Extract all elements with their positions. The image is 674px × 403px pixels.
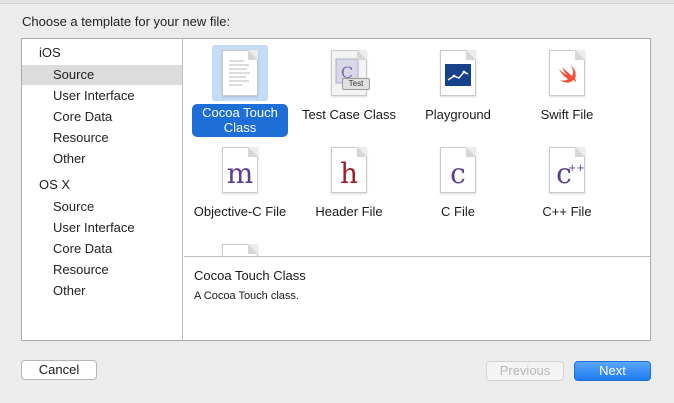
template-panel: iOS Source User Interface Core Data Reso…: [21, 38, 651, 341]
description-text: A Cocoa Touch class.: [194, 290, 299, 302]
c-glyph: c: [450, 157, 466, 190]
window-top-edge: [0, 0, 674, 4]
document-icon: [212, 239, 268, 256]
template-label: Cocoa Touch Class: [192, 104, 288, 137]
template-grid: Cocoa Touch Class C Test Test Case Class: [184, 39, 650, 257]
sidebar-item-ios-source[interactable]: Source: [22, 65, 182, 85]
cancel-button[interactable]: Cancel: [21, 360, 97, 380]
template-label: Header File: [315, 204, 383, 219]
template-cpp-file[interactable]: c ++ C++ File: [511, 138, 623, 234]
platform-sidebar: iOS Source User Interface Core Data Reso…: [22, 39, 183, 340]
template-partial-next-row[interactable]: [184, 235, 296, 256]
template-test-case-class[interactable]: C Test Test Case Class: [293, 41, 405, 137]
sidebar-item-osx-user-interface[interactable]: User Interface: [22, 218, 182, 238]
sidebar-item-ios-resource[interactable]: Resource: [22, 128, 182, 148]
template-objective-c-file[interactable]: m Objective-C File: [184, 138, 296, 234]
template-c-file[interactable]: c C File: [402, 138, 514, 234]
sidebar-item-osx-other[interactable]: Other: [22, 281, 182, 301]
sidebar-item-osx-resource[interactable]: Resource: [22, 260, 182, 280]
previous-button[interactable]: Previous: [486, 361, 564, 381]
cocoa-touch-class-icon: [212, 45, 268, 101]
template-label: Objective-C File: [193, 204, 287, 219]
template-header-file[interactable]: h Header File: [293, 138, 405, 234]
description-title: Cocoa Touch Class: [194, 268, 306, 283]
test-case-class-icon: C Test: [321, 45, 377, 101]
header-file-icon: h: [321, 142, 377, 198]
playground-icon: [430, 45, 486, 101]
template-swift-file[interactable]: Swift File: [511, 41, 623, 137]
template-label: Playground: [425, 107, 491, 122]
template-label: C++ File: [542, 204, 592, 219]
template-description: Cocoa Touch Class A Cocoa Touch class.: [184, 258, 650, 340]
cpp-file-icon: c ++: [539, 142, 595, 198]
test-badge: Test: [342, 78, 370, 90]
sidebar-item-ios-core-data[interactable]: Core Data: [22, 107, 182, 127]
sidebar-group-ios[interactable]: iOS: [39, 45, 61, 60]
sidebar-group-osx[interactable]: OS X: [39, 177, 70, 192]
objective-c-file-icon: m: [212, 142, 268, 198]
sidebar-item-osx-core-data[interactable]: Core Data: [22, 239, 182, 259]
template-playground[interactable]: Playground: [402, 41, 514, 137]
sidebar-item-osx-source[interactable]: Source: [22, 197, 182, 217]
dialog-prompt: Choose a template for your new file:: [22, 14, 231, 29]
template-label: Test Case Class: [302, 107, 396, 122]
template-label: Swift File: [540, 107, 594, 122]
sidebar-item-ios-other[interactable]: Other: [22, 149, 182, 169]
cpp-glyph-suffix: ++: [568, 163, 585, 174]
template-label: C File: [441, 204, 475, 219]
c-file-icon: c: [430, 142, 486, 198]
swift-file-icon: [539, 45, 595, 101]
header-glyph: h: [339, 157, 359, 190]
objc-glyph: m: [226, 157, 254, 190]
sidebar-item-ios-user-interface[interactable]: User Interface: [22, 86, 182, 106]
next-button[interactable]: Next: [574, 361, 651, 381]
template-cocoa-touch-class[interactable]: Cocoa Touch Class: [184, 41, 296, 137]
